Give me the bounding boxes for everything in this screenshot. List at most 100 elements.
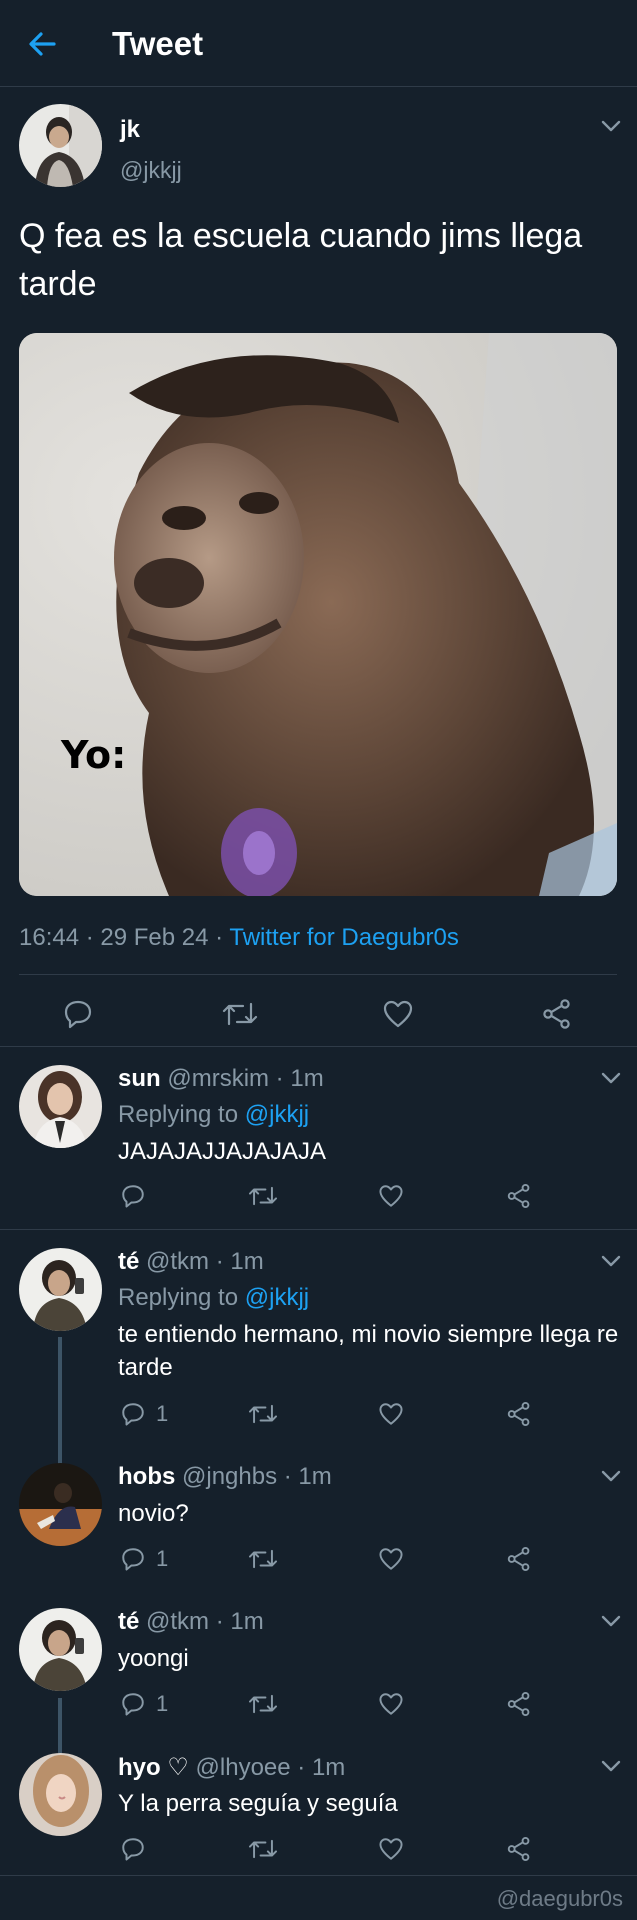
author-name[interactable]: té <box>118 1248 139 1275</box>
chevron-down-icon[interactable] <box>600 119 622 133</box>
reply-time: 1m <box>290 1065 324 1092</box>
heart-icon <box>379 1838 403 1860</box>
reply-header: hobs @jnghbs · 1m <box>118 1463 332 1490</box>
avatar[interactable] <box>19 1608 102 1691</box>
divider <box>0 1875 637 1876</box>
avatar[interactable] <box>19 1248 102 1331</box>
share-button[interactable] <box>506 1836 532 1862</box>
heart-icon <box>379 1548 403 1570</box>
author-handle[interactable]: @lhyoee <box>196 1754 291 1781</box>
watermark: @daegubr0s <box>496 1886 623 1911</box>
reply-button[interactable]: 1 <box>120 1691 168 1717</box>
author-handle[interactable]: @tkm <box>146 1248 209 1275</box>
divider <box>0 1046 637 1047</box>
author-name[interactable]: hyo ♡ <box>118 1754 189 1781</box>
author-name[interactable]: té <box>118 1608 139 1635</box>
reply-button[interactable] <box>120 1836 156 1862</box>
divider <box>19 974 617 975</box>
page-title: Tweet <box>112 25 204 62</box>
share-icon <box>507 1546 530 1572</box>
reply-time: 1m <box>298 1463 332 1490</box>
tweet-text: Q fea es la escuela cuando jims llega ta… <box>19 217 583 303</box>
share-button[interactable] <box>541 998 573 1030</box>
reply-time: 1m <box>230 1248 264 1275</box>
reply-header: sun @mrskim · 1m <box>118 1065 324 1092</box>
share-button[interactable] <box>506 1183 532 1209</box>
author-handle[interactable]: @jkkjj <box>120 157 182 184</box>
like-button[interactable] <box>378 1401 404 1427</box>
retweet-icon <box>249 1549 277 1569</box>
author-name[interactable]: hobs <box>118 1463 175 1490</box>
avatar[interactable] <box>19 1753 102 1836</box>
tweet-time: 16:44 <box>19 924 80 951</box>
share-button[interactable] <box>506 1401 532 1427</box>
replying-to-handle[interactable]: @jkkjj <box>245 1101 309 1128</box>
retweet-button[interactable] <box>221 998 259 1030</box>
tweet-source-link[interactable]: Twitter for Daegubr0s <box>229 924 458 951</box>
chevron-down-icon[interactable] <box>600 1614 622 1628</box>
share-icon <box>543 999 570 1029</box>
heart-icon <box>379 1693 403 1715</box>
avatar[interactable] <box>19 1065 102 1148</box>
heart-icon <box>383 1000 413 1028</box>
reply-header: hyo ♡ @lhyoee · 1m <box>118 1754 346 1781</box>
reply-button[interactable] <box>120 1183 156 1209</box>
like-button[interactable] <box>378 1691 404 1717</box>
chevron-down-icon[interactable] <box>600 1759 622 1773</box>
retweet-button[interactable] <box>247 1691 279 1717</box>
reply-count: 1 <box>156 1546 169 1571</box>
reply-text: JAJAJAJJAJAJAJA <box>118 1138 327 1165</box>
like-button[interactable] <box>378 1183 404 1209</box>
reply-icon <box>122 1693 144 1716</box>
reply-icon <box>64 1000 92 1029</box>
reply-text: novio? <box>118 1500 189 1527</box>
author-handle[interactable]: @jnghbs <box>182 1463 277 1490</box>
reply-header: té @tkm · 1m <box>118 1608 264 1635</box>
replying-to: Replying to @jkkjj <box>118 1101 309 1129</box>
author-handle[interactable]: @mrskim <box>167 1065 269 1092</box>
chevron-down-icon[interactable] <box>600 1469 622 1483</box>
reply-count: 1 <box>156 1691 169 1716</box>
replying-to: Replying to @jkkjj <box>118 1284 309 1312</box>
like-button[interactable] <box>382 998 414 1030</box>
meta-separator: · <box>79 924 101 951</box>
share-icon <box>507 1836 530 1862</box>
retweet-button[interactable] <box>247 1546 279 1572</box>
chevron-down-icon[interactable] <box>600 1071 622 1085</box>
share-button[interactable] <box>506 1546 532 1572</box>
replying-prefix: Replying to <box>118 1284 245 1311</box>
share-icon <box>507 1183 530 1209</box>
reply-button[interactable]: 1 <box>120 1401 168 1427</box>
top-bar: Tweet <box>0 0 637 87</box>
tweet-meta: 16:44 · 29 Feb 24 · Twitter for Daegubr0… <box>19 924 459 952</box>
thread-line <box>58 1337 62 1471</box>
meta-separator: · <box>208 924 230 951</box>
like-button[interactable] <box>378 1546 404 1572</box>
retweet-icon <box>249 1186 277 1206</box>
reply-icon <box>122 1548 144 1571</box>
heart-icon <box>379 1185 403 1207</box>
tweet-actions <box>0 994 637 1034</box>
arrow-left-icon[interactable] <box>24 26 60 62</box>
reply-text: te entiendo hermano, mi novio siempre ll… <box>118 1321 619 1381</box>
divider <box>0 1229 637 1230</box>
chevron-down-icon[interactable] <box>600 1254 622 1268</box>
reply-icon <box>122 1838 144 1861</box>
reply-button[interactable] <box>62 998 94 1030</box>
retweet-icon <box>249 1694 277 1714</box>
retweet-button[interactable] <box>247 1183 279 1209</box>
avatar[interactable] <box>19 1463 102 1546</box>
share-button[interactable] <box>506 1691 532 1717</box>
replying-prefix: Replying to <box>118 1101 245 1128</box>
author-name[interactable]: jk <box>120 116 140 144</box>
reply-header: té @tkm · 1m <box>118 1248 264 1275</box>
tweet-media[interactable]: Yo: <box>19 333 617 896</box>
avatar[interactable] <box>19 104 102 187</box>
retweet-button[interactable] <box>247 1401 279 1427</box>
reply-button[interactable]: 1 <box>120 1546 168 1572</box>
author-handle[interactable]: @tkm <box>146 1608 209 1635</box>
like-button[interactable] <box>378 1836 404 1862</box>
retweet-button[interactable] <box>247 1836 279 1862</box>
author-name[interactable]: sun <box>118 1065 161 1092</box>
replying-to-handle[interactable]: @jkkjj <box>245 1284 309 1311</box>
